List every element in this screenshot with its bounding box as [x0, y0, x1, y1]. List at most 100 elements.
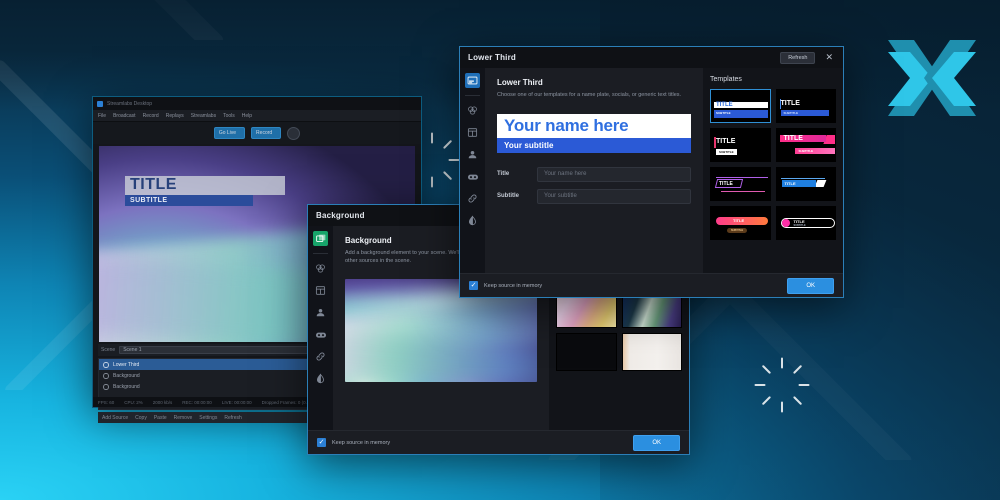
title-input[interactable]: Your name here [537, 167, 691, 182]
ok-button[interactable]: OK [633, 435, 680, 451]
template-title: TITLE [714, 102, 768, 108]
lower-third-preview: Your name here Your subtitle [497, 114, 691, 153]
remove-source-button[interactable]: Remove [174, 415, 193, 421]
sparkle-ray [755, 384, 766, 386]
mask-icon[interactable] [313, 327, 328, 342]
section-heading: Lower Third [497, 78, 691, 87]
keep-source-in-memory-checkbox[interactable]: ✓ [469, 281, 478, 290]
sparkle-ray [762, 396, 771, 405]
color-wheel-icon[interactable] [465, 103, 480, 118]
go-live-button[interactable]: Go Live [214, 127, 245, 139]
template-thumbnail-blue-classic[interactable]: TITLE SUBTITLE [710, 89, 771, 123]
template-title: TITLE [716, 138, 735, 145]
status-cpu: CPU: 2% [124, 400, 143, 405]
subtitle-field-label: Subtitle [497, 193, 529, 199]
subtitle-input[interactable]: Your subtitle [537, 189, 691, 204]
color-wheel-icon[interactable] [313, 261, 328, 276]
dialog-footer[interactable]: ✓ Keep source in memory OK [460, 273, 843, 297]
source-settings-button[interactable]: Settings [199, 415, 217, 421]
status-live-time: LIVE: 00:00:00 [222, 400, 252, 405]
sparkle-icon [750, 353, 814, 417]
menu-item-replays[interactable]: Replays [166, 113, 184, 119]
dialog-content: Lower Third Choose one of our templates … [485, 68, 703, 273]
eye-icon[interactable] [103, 384, 109, 390]
template-subtitle: SUBTITLE [794, 224, 806, 227]
sparkle-ray [781, 402, 783, 413]
menu-item-help[interactable]: Help [242, 113, 252, 119]
dialog-titlebar[interactable]: Lower Third Refresh ✕ [460, 47, 843, 68]
template-subtitle: SUBTITLE [795, 148, 835, 154]
lower-third-dialog[interactable]: Lower Third Refresh ✕ [459, 46, 844, 298]
sparkle-ray [431, 177, 433, 188]
webcam-frame-icon[interactable] [313, 305, 328, 320]
droplet-icon[interactable] [313, 371, 328, 386]
template-title: TITLE [719, 181, 733, 187]
link-icon[interactable] [465, 191, 480, 206]
eye-icon[interactable] [103, 373, 109, 379]
layout-icon[interactable] [313, 283, 328, 298]
ok-button[interactable]: OK [787, 278, 834, 294]
menu-item-record[interactable]: Record [143, 113, 159, 119]
template-title: TITLE [733, 218, 744, 223]
title-field-label: Title [497, 171, 529, 177]
dialog-sidebar[interactable] [460, 68, 485, 273]
record-button[interactable]: Record [251, 127, 281, 139]
template-thumbnail-purple-outline[interactable]: TITLE [710, 167, 771, 201]
link-icon[interactable] [313, 349, 328, 364]
template-thumbnail-black-solid[interactable] [556, 333, 617, 371]
section-description: Choose one of our templates for a name p… [497, 91, 691, 99]
layout-icon[interactable] [465, 125, 480, 140]
preview-lower-third[interactable]: TITLE SUBTITLE [125, 176, 285, 206]
add-source-button[interactable]: Add Source [102, 415, 128, 421]
template-subtitle: SUBTITLE [781, 110, 829, 116]
template-title: TITLE [780, 135, 826, 142]
template-thumbnail-magenta-block[interactable]: TITLE SUBTITLE [776, 128, 837, 162]
sparkle-ray [799, 384, 810, 386]
lower-third-form: Title Your name here Subtitle Your subti… [497, 167, 691, 211]
mask-icon[interactable] [465, 169, 480, 184]
template-accent-line [781, 178, 825, 179]
preview-title: TITLE [125, 176, 285, 195]
template-accent-line [716, 177, 768, 178]
refresh-button[interactable]: Refresh [780, 52, 815, 64]
copy-source-button[interactable]: Copy [135, 415, 147, 421]
scene-label: Scene [101, 347, 115, 353]
background-icon[interactable] [313, 231, 328, 246]
dialog-title: Background [316, 211, 365, 220]
lower-third-icon[interactable] [465, 73, 480, 88]
sparkle-ray [443, 140, 452, 149]
webcam-frame-icon[interactable] [465, 147, 480, 162]
template-thumbnail-dark-pill-dot[interactable]: TITLE SUBTITLE [776, 206, 837, 240]
templates-panel[interactable]: Templates TITLE SUBTITLE TITLE SUBTITLE … [703, 68, 843, 273]
close-icon[interactable]: ✕ [823, 53, 835, 62]
template-thumbnail-light-linen-texture[interactable] [622, 333, 683, 371]
streamlabs-logo [884, 36, 980, 120]
menu-item-tools[interactable]: Tools [223, 113, 235, 119]
sparkle-ray [431, 133, 433, 144]
paste-source-button[interactable]: Paste [154, 415, 167, 421]
gear-icon[interactable] [287, 127, 300, 140]
dialog-footer[interactable]: ✓ Keep source in memory OK [308, 430, 689, 454]
refresh-source-button[interactable]: Refresh [224, 415, 242, 421]
app-icon [97, 101, 103, 107]
menu-item-file[interactable]: File [98, 113, 106, 119]
template-thumbnail-blue-bar[interactable]: TITLE SUBTITLE [776, 89, 837, 123]
obs-toolbar[interactable]: Go Live Record [93, 122, 421, 144]
template-thumbnail-blue-slant[interactable]: TITLE [776, 167, 837, 201]
template-thumbnail-orange-pill[interactable]: TITLE SUBTITLE [710, 206, 771, 240]
droplet-icon[interactable] [465, 213, 480, 228]
keep-source-in-memory-checkbox[interactable]: ✓ [317, 438, 326, 447]
obs-menubar[interactable]: File Broadcast Record Replays Streamlabs… [93, 110, 421, 122]
dialog-sidebar[interactable] [308, 226, 333, 430]
template-accent-bar [714, 115, 768, 118]
menu-item-streamlabs[interactable]: Streamlabs [191, 113, 216, 119]
sparkle-ray [781, 358, 783, 369]
template-thumbnail-pink-accent-line[interactable]: TITLE SUBTITLE [710, 128, 771, 162]
sparkle-ray [762, 365, 771, 374]
templates-grid[interactable]: TITLE SUBTITLE TITLE SUBTITLE TITLE SUBT… [710, 89, 836, 240]
obs-titlebar[interactable]: Streamlabs Desktop [93, 97, 421, 110]
source-name: Background [113, 373, 140, 379]
dialog-title: Lower Third [468, 53, 516, 62]
menu-item-broadcast[interactable]: Broadcast [113, 113, 136, 119]
eye-icon[interactable] [103, 362, 109, 368]
